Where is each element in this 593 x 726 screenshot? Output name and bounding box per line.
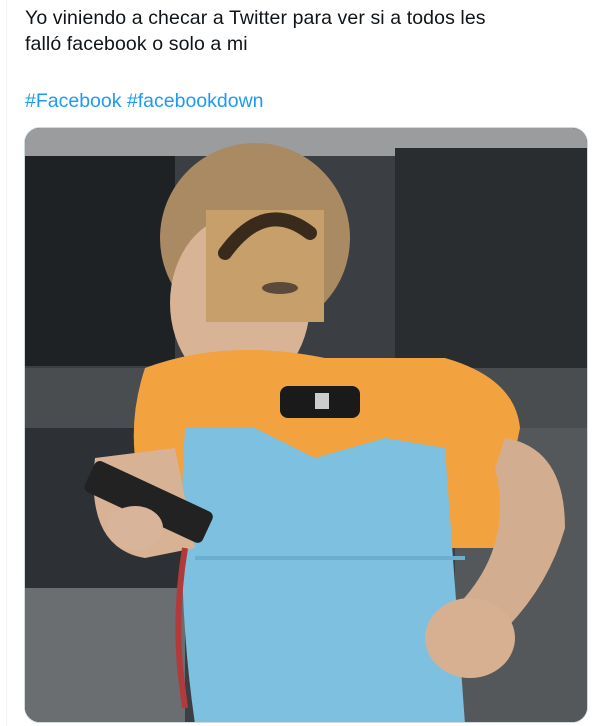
tweet-text-line-2: falló facebook o solo a mi xyxy=(25,33,248,55)
hashtag-row: #Facebook #facebookdown xyxy=(25,88,264,114)
meme-photo-illustration xyxy=(25,128,587,722)
hashtag-facebook[interactable]: #Facebook xyxy=(25,90,121,112)
tweet-text: Yo viniendo a checar a Twitter para ver … xyxy=(25,5,575,57)
timeline-divider xyxy=(6,0,7,726)
tweet-text-line-1: Yo viniendo a checar a Twitter para ver … xyxy=(25,7,486,29)
hashtag-facebookdown[interactable]: #facebookdown xyxy=(127,90,264,112)
tweet-media-photo[interactable] xyxy=(24,127,588,723)
